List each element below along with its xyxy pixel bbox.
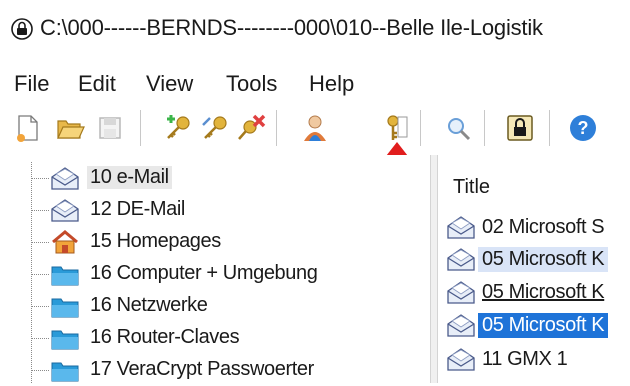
tree-item[interactable]: 10 e-Mail — [0, 162, 420, 194]
toolbar-separator — [549, 110, 550, 146]
save-icon[interactable] — [95, 113, 125, 143]
folder-icon — [51, 266, 79, 286]
list-item-label: 02 Microsoft S — [482, 216, 605, 238]
tree-item-label: 16 Computer + Umgebung — [90, 262, 318, 284]
menu-file[interactable]: File — [14, 71, 49, 97]
edit-key-icon[interactable] — [200, 113, 230, 143]
envelope-icon — [447, 281, 475, 304]
tree-item[interactable]: 16 Netzwerke — [0, 290, 420, 322]
tree-item[interactable]: 17 VeraCrypt Passwoerter — [0, 354, 420, 386]
search-icon[interactable] — [443, 113, 473, 143]
svg-text:?: ? — [578, 118, 589, 138]
window-title: C:\000------BERNDS--------000\010--Belle… — [40, 15, 543, 40]
app-lock-icon[interactable] — [11, 18, 33, 40]
help-icon[interactable]: ? — [568, 113, 598, 143]
tree-item[interactable]: 12 DE-Mail — [0, 194, 420, 226]
folder-icon — [51, 298, 79, 318]
list-item-label: 05 Microsoft K — [478, 247, 609, 272]
envelope-icon — [447, 314, 475, 337]
new-file-icon[interactable] — [13, 113, 43, 143]
delete-key-icon[interactable] — [236, 113, 266, 143]
tree-item[interactable]: 16 Router-Claves — [0, 322, 420, 354]
list-item-label: 05 Microsoft K — [482, 281, 605, 303]
envelope-icon — [51, 167, 79, 190]
menu-edit[interactable]: Edit — [78, 71, 116, 97]
toolbar-separator — [140, 110, 141, 146]
column-title[interactable]: Title — [453, 176, 490, 199]
add-key-icon[interactable] — [163, 113, 193, 143]
tree-connector — [31, 242, 49, 243]
pane-splitter[interactable] — [430, 155, 438, 383]
tree-item-label: 16 Router-Claves — [90, 326, 240, 348]
folder-icon — [51, 330, 79, 350]
tree-connector — [31, 370, 49, 371]
menu-tools[interactable]: Tools — [226, 71, 277, 97]
tree-connector — [31, 306, 49, 307]
tree-item-label: 17 VeraCrypt Passwoerter — [90, 358, 314, 380]
open-folder-icon[interactable] — [55, 113, 85, 143]
folder-icon — [51, 362, 79, 382]
key-icon[interactable] — [380, 113, 410, 143]
list-item-label: 11 GMX 1 — [482, 348, 568, 370]
tree-item[interactable]: 15 Homepages — [0, 226, 420, 258]
home-icon — [52, 230, 78, 254]
tree-connector — [31, 338, 49, 339]
menu-help[interactable]: Help — [309, 71, 354, 97]
tree-item[interactable]: 16 Computer + Umgebung — [0, 258, 420, 290]
toolbar-separator — [484, 110, 485, 146]
tree-item-label: 10 e-Mail — [87, 166, 172, 189]
envelope-icon — [51, 199, 79, 222]
lock-icon[interactable] — [505, 113, 535, 143]
tree-item-label: 12 DE-Mail — [90, 198, 185, 220]
envelope-icon — [447, 348, 475, 371]
envelope-icon — [447, 216, 475, 239]
tree-connector — [31, 178, 49, 179]
menu-view[interactable]: View — [146, 71, 193, 97]
envelope-icon — [447, 248, 475, 271]
tree-item-label: 15 Homepages — [90, 230, 221, 252]
tree-connector — [31, 210, 49, 211]
tree-item-label: 16 Netzwerke — [90, 294, 208, 316]
toolbar-separator — [276, 110, 277, 146]
tree-connector — [31, 274, 49, 275]
user-icon[interactable] — [300, 113, 330, 143]
list-item-label: 05 Microsoft K — [478, 313, 609, 338]
